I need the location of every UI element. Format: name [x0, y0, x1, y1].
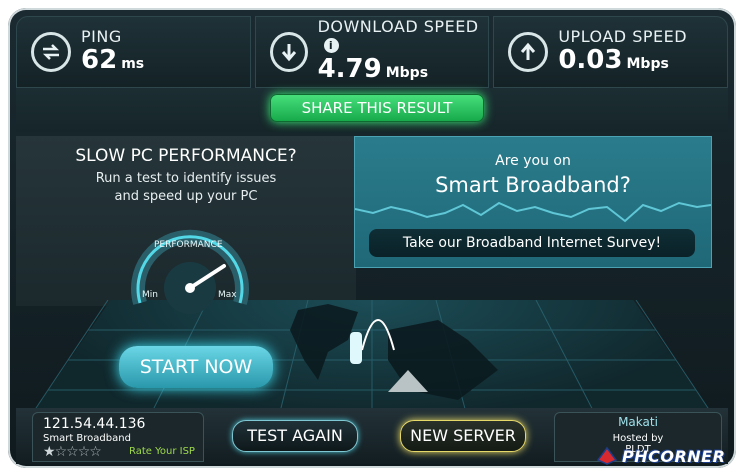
gauge-max-label: Max [218, 290, 237, 300]
start-now-button[interactable]: START NOW [119, 346, 273, 388]
download-value-line: 4.79 Mbps [318, 55, 489, 87]
gauge-min-label: Min [142, 290, 158, 300]
isp-name: Smart Broadband [43, 433, 131, 444]
download-unit: Mbps [385, 65, 429, 81]
ping-value-line: 62 ms [81, 46, 144, 78]
slow-pc-line2: and speed up your PC [114, 189, 258, 204]
results-metrics: PING 62 ms DOWNLOAD SPEEDi 4.79 Mbps UPLOA… [16, 16, 729, 88]
upload-label: UPLOAD SPEED [558, 26, 688, 46]
phcorner-logo-icon [596, 446, 618, 465]
star-filled-icon[interactable]: ★ [43, 444, 56, 460]
ip-address: 121.54.44.136 [43, 416, 146, 432]
broadband-survey-button[interactable]: Take our Broadband Internet Survey! [369, 229, 695, 257]
performance-gauge [131, 229, 249, 314]
test-again-button[interactable]: TEST AGAIN [232, 420, 358, 452]
slow-pc-subtitle: Run a test to identify issues and speed … [16, 170, 356, 206]
survey-question-line1: Are you on [495, 153, 571, 169]
upload-arrow-icon [508, 32, 549, 72]
ping-unit: ms [121, 55, 145, 72]
star-icon[interactable]: ☆ [66, 444, 79, 460]
star-icon[interactable]: ☆ [89, 444, 102, 460]
download-label-line: DOWNLOAD SPEED i [318, 17, 489, 55]
upload-unit: Mbps [626, 55, 669, 72]
star-icon[interactable]: ☆ [55, 444, 68, 460]
isp-info: 121.54.44.136 Smart Broadband ★☆☆☆☆ Rate… [32, 412, 204, 462]
gauge-title: PERFORMANCE [154, 240, 223, 250]
ping-arrows-icon [31, 32, 71, 72]
upload-value: 0.03 [558, 44, 623, 75]
server-city: Makati [618, 415, 658, 429]
server-pin-icon [350, 332, 362, 364]
broadband-survey-ad[interactable]: Are you on Smart Broadband? Take our Bro… [354, 136, 712, 268]
isp-rating-stars[interactable]: ★☆☆☆☆ [43, 444, 102, 460]
share-result-button[interactable]: SHARE THIS RESULT [270, 94, 484, 122]
slow-pc-title: SLOW PC PERFORMANCE? [75, 146, 297, 166]
hosted-by-label: Hosted by [612, 433, 664, 444]
ping-metric: PING 62 ms [16, 16, 251, 88]
speedtest-window: PING 62 ms DOWNLOAD SPEEDi 4.79 Mbps UPLOA… [8, 8, 736, 468]
slow-pc-line1: Run a test to identify issues [95, 171, 277, 186]
ping-value: 62 [81, 44, 118, 75]
download-metric: DOWNLOAD SPEED i 4.79 Mbps [254, 16, 490, 88]
upload-value-line: 0.03 Mbps [558, 46, 687, 78]
info-icon[interactable]: i [323, 38, 339, 53]
download-label: DOWNLOAD SPEED [317, 17, 479, 36]
phcorner-watermark: PHCORNER [596, 444, 736, 468]
survey-question-line2: Smart Broadband? [435, 173, 631, 197]
new-server-button[interactable]: NEW SERVER [400, 420, 526, 452]
download-arrow-icon [269, 32, 308, 72]
download-value: 4.79 [317, 54, 382, 84]
rate-isp-link[interactable]: Rate Your ISP [129, 446, 195, 457]
upload-metric: UPLOAD SPEED 0.03 Mbps [493, 16, 729, 88]
watermark-text: PHCORNER [622, 446, 726, 466]
star-icon[interactable]: ☆ [78, 444, 91, 460]
share-strip: SHARE THIS RESULT [16, 88, 728, 132]
ping-label: PING [81, 26, 122, 46]
